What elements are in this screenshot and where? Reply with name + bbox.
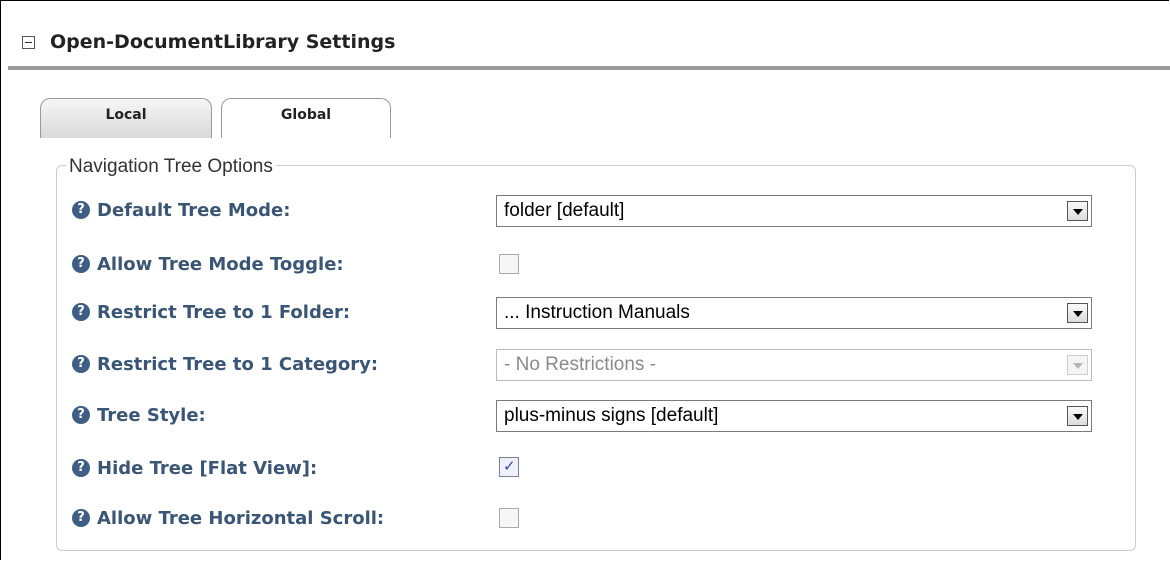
restrict-tree-category-row: ? Restrict Tree to 1 Category: [72,350,378,378]
dropdown-arrow-icon[interactable] [1067,406,1088,426]
restrict-tree-folder-label: Restrict Tree to 1 Folder: [97,301,351,323]
allow-tree-mode-toggle-checkbox[interactable] [499,254,519,274]
allow-horizontal-scroll-row: ? Allow Tree Horizontal Scroll: [72,504,384,532]
restrict-tree-folder-select[interactable]: ... Instruction Manuals [496,297,1092,329]
dropdown-arrow-icon[interactable] [1067,201,1088,221]
help-icon[interactable]: ? [72,355,90,373]
default-tree-mode-label: Default Tree Mode: [97,199,291,221]
collapse-minus-icon[interactable] [22,35,35,49]
help-icon[interactable]: ? [72,509,90,527]
restrict-tree-category-label: Restrict Tree to 1 Category: [97,353,379,375]
allow-tree-mode-toggle-label: Allow Tree Mode Toggle: [97,253,344,275]
hide-tree-label: Hide Tree [Flat View]: [97,457,318,479]
help-icon[interactable]: ? [72,255,90,273]
restrict-tree-folder-value: ... Instruction Manuals [504,302,690,323]
help-icon[interactable]: ? [72,406,90,424]
restrict-tree-category-select: - No Restrictions - [496,349,1092,381]
tree-style-row: ? Tree Style: [72,401,206,429]
hide-tree-checkbox[interactable] [499,457,519,477]
hide-tree-row: ? Hide Tree [Flat View]: [72,454,317,482]
header-divider [8,66,1170,70]
tree-style-value: plus-minus signs [default] [504,405,719,426]
section-title: Open-DocumentLibrary Settings [50,31,396,53]
restrict-tree-category-value: - No Restrictions - [504,354,657,375]
dropdown-arrow-icon[interactable] [1067,303,1088,323]
section-header: Open-DocumentLibrary Settings [22,28,395,56]
help-icon[interactable]: ? [72,459,90,477]
tree-style-label: Tree Style: [97,404,206,426]
allow-horizontal-scroll-checkbox[interactable] [499,508,519,528]
default-tree-mode-value: folder [default] [504,200,625,221]
default-tree-mode-select[interactable]: folder [default] [496,195,1092,227]
default-tree-mode-row: ? Default Tree Mode: [72,196,290,224]
tab-global[interactable]: Global [221,98,391,138]
help-icon[interactable]: ? [72,303,90,321]
dropdown-arrow-icon [1067,355,1088,375]
tree-style-select[interactable]: plus-minus signs [default] [496,400,1092,432]
allow-tree-mode-toggle-row: ? Allow Tree Mode Toggle: [72,250,344,278]
restrict-tree-folder-row: ? Restrict Tree to 1 Folder: [72,298,350,326]
help-icon[interactable]: ? [72,201,90,219]
tab-local[interactable]: Local [40,98,212,138]
fieldset-legend: Navigation Tree Options [66,156,276,178]
allow-horizontal-scroll-label: Allow Tree Horizontal Scroll: [97,507,385,529]
